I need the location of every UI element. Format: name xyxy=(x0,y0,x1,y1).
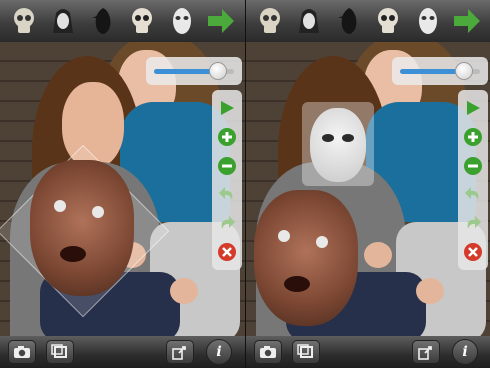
minus-icon[interactable] xyxy=(462,155,484,177)
minus-icon[interactable] xyxy=(216,155,238,177)
zombie-mask-overlay[interactable] xyxy=(30,160,134,296)
side-toolbar xyxy=(212,90,242,270)
skull-icon[interactable] xyxy=(9,4,39,38)
side-toolbar xyxy=(458,90,488,270)
mask-mouth xyxy=(284,276,310,292)
arrow-right-icon[interactable] xyxy=(452,6,482,36)
photo-hand xyxy=(416,278,444,304)
slider-thumb[interactable] xyxy=(455,62,473,80)
play-icon[interactable] xyxy=(462,97,484,119)
camera-icon xyxy=(14,346,30,358)
play-icon[interactable] xyxy=(216,97,238,119)
crop-icon xyxy=(297,344,313,358)
undo-icon[interactable] xyxy=(462,183,484,205)
hockey-mask-icon[interactable] xyxy=(167,4,197,38)
hooded-face-icon[interactable] xyxy=(294,4,324,38)
mask-toolbar xyxy=(0,0,245,42)
size-slider[interactable] xyxy=(146,57,242,85)
bottom-toolbar: i xyxy=(246,336,490,368)
raven-icon[interactable] xyxy=(88,4,118,38)
slider-track xyxy=(154,62,234,80)
close-icon[interactable] xyxy=(462,241,484,263)
redo-icon[interactable] xyxy=(462,212,484,234)
plus-icon[interactable] xyxy=(216,126,238,148)
left-screen: i xyxy=(0,0,245,368)
plus-icon[interactable] xyxy=(462,126,484,148)
skull-icon[interactable] xyxy=(373,4,403,38)
share-icon xyxy=(172,346,186,360)
mask-toolbar xyxy=(246,0,490,42)
hockey-mask-overlay[interactable] xyxy=(310,108,366,182)
photo-canvas[interactable] xyxy=(0,42,245,336)
redo-icon[interactable] xyxy=(216,212,238,234)
mask-eye xyxy=(92,206,104,218)
photo-hand xyxy=(364,242,392,268)
share-icon xyxy=(418,346,432,360)
slider-thumb[interactable] xyxy=(209,62,227,80)
slider-track xyxy=(400,62,480,80)
mask-selection-frame[interactable] xyxy=(302,102,374,186)
skull-icon[interactable] xyxy=(127,4,157,38)
zombie-mask-overlay[interactable] xyxy=(254,190,358,326)
mask-eye xyxy=(278,230,290,242)
undo-icon[interactable] xyxy=(216,183,238,205)
size-slider[interactable] xyxy=(392,57,488,85)
photo-canvas[interactable] xyxy=(246,42,490,336)
share-button[interactable] xyxy=(412,340,440,364)
share-button[interactable] xyxy=(166,340,194,364)
mask-eye xyxy=(54,200,66,212)
close-icon[interactable] xyxy=(216,241,238,263)
camera-icon xyxy=(260,346,276,358)
mask-eye xyxy=(316,236,328,248)
crop-icon xyxy=(51,344,67,358)
info-button[interactable]: i xyxy=(452,339,478,365)
skull-icon[interactable] xyxy=(255,4,285,38)
mask-eye xyxy=(322,134,334,142)
hockey-mask-icon[interactable] xyxy=(413,4,443,38)
info-button[interactable]: i xyxy=(206,339,232,365)
crop-button[interactable] xyxy=(292,340,320,364)
mask-mouth xyxy=(60,246,86,262)
crop-button[interactable] xyxy=(46,340,74,364)
info-label: i xyxy=(216,344,222,360)
mask-eye xyxy=(342,134,354,142)
raven-icon[interactable] xyxy=(334,4,364,38)
hooded-face-icon[interactable] xyxy=(48,4,78,38)
arrow-right-icon[interactable] xyxy=(206,6,236,36)
photo-hand xyxy=(170,278,198,304)
camera-button[interactable] xyxy=(8,340,36,364)
right-screen: i xyxy=(245,0,490,368)
info-label: i xyxy=(462,344,468,360)
camera-button[interactable] xyxy=(254,340,282,364)
bottom-toolbar: i xyxy=(0,336,245,368)
